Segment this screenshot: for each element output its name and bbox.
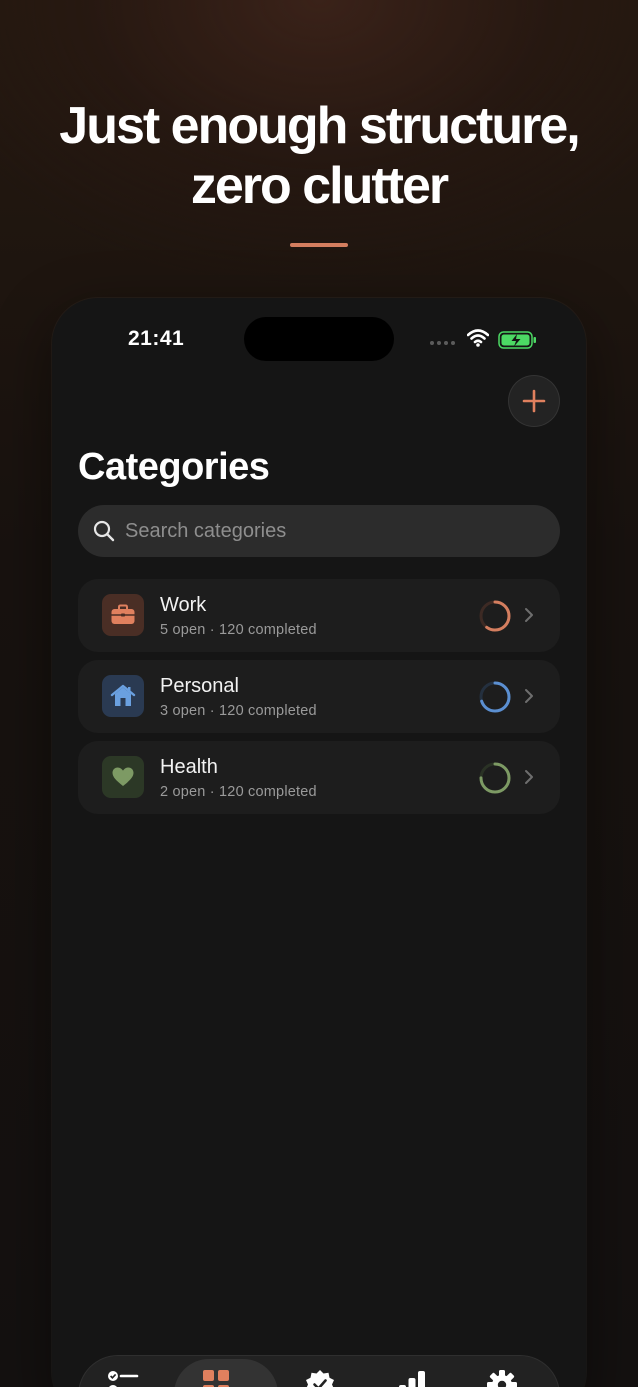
briefcase-icon bbox=[111, 604, 135, 624]
tab-bar bbox=[78, 1355, 560, 1387]
category-icon-tile bbox=[102, 675, 144, 717]
page-title: Categories bbox=[78, 446, 270, 488]
category-row-work[interactable]: Work 5 open · 120 completed bbox=[78, 579, 560, 652]
chevron-right-icon bbox=[525, 689, 533, 703]
signal-dots-icon bbox=[430, 341, 455, 345]
chevron-right-icon bbox=[525, 608, 533, 622]
accent-divider bbox=[290, 243, 348, 247]
tab-completed[interactable] bbox=[274, 1355, 366, 1387]
status-indicators bbox=[430, 329, 540, 351]
category-icon-tile bbox=[102, 594, 144, 636]
checklist-icon bbox=[108, 1371, 139, 1387]
heart-icon bbox=[112, 767, 134, 786]
category-counts: 2 open · 120 completed bbox=[160, 784, 317, 800]
battery-charging-icon bbox=[498, 331, 536, 349]
category-icon-tile bbox=[102, 756, 144, 798]
search-icon bbox=[93, 520, 115, 542]
category-counts: 5 open · 120 completed bbox=[160, 622, 317, 638]
search-placeholder: Search categories bbox=[125, 520, 287, 542]
category-name: Health bbox=[160, 756, 218, 778]
tab-tasks[interactable] bbox=[78, 1355, 170, 1387]
gear-icon bbox=[487, 1370, 517, 1387]
grid-icon bbox=[203, 1370, 229, 1387]
wifi-icon bbox=[467, 329, 489, 347]
tab-settings[interactable] bbox=[456, 1355, 548, 1387]
category-list: Work 5 open · 120 completed Personal 3 o… bbox=[78, 579, 560, 822]
category-row-health[interactable]: Health 2 open · 120 completed bbox=[78, 741, 560, 814]
badge-check-icon bbox=[306, 1370, 334, 1387]
status-time: 21:41 bbox=[128, 327, 185, 350]
add-category-button[interactable] bbox=[508, 375, 560, 427]
house-icon bbox=[110, 684, 136, 706]
phone-frame: 21:41 Categories Search categories Work … bbox=[52, 298, 586, 1387]
dynamic-island bbox=[244, 317, 394, 361]
progress-ring bbox=[479, 681, 511, 713]
bar-chart-icon bbox=[399, 1371, 425, 1387]
headline-line-1: Just enough structure, bbox=[59, 97, 580, 155]
headline-line-2: zero clutter bbox=[190, 157, 449, 215]
category-row-personal[interactable]: Personal 3 open · 120 completed bbox=[78, 660, 560, 733]
progress-ring bbox=[479, 762, 511, 794]
category-counts: 3 open · 120 completed bbox=[160, 703, 317, 719]
category-name: Work bbox=[160, 594, 207, 616]
category-name: Personal bbox=[160, 675, 239, 697]
marketing-headline: Just enough structure, zero clutter bbox=[0, 96, 638, 216]
search-input[interactable]: Search categories bbox=[78, 505, 560, 557]
tab-stats[interactable] bbox=[366, 1355, 458, 1387]
chevron-right-icon bbox=[525, 770, 533, 784]
progress-ring bbox=[479, 600, 511, 632]
tab-categories[interactable] bbox=[170, 1355, 278, 1387]
plus-icon bbox=[522, 389, 546, 413]
